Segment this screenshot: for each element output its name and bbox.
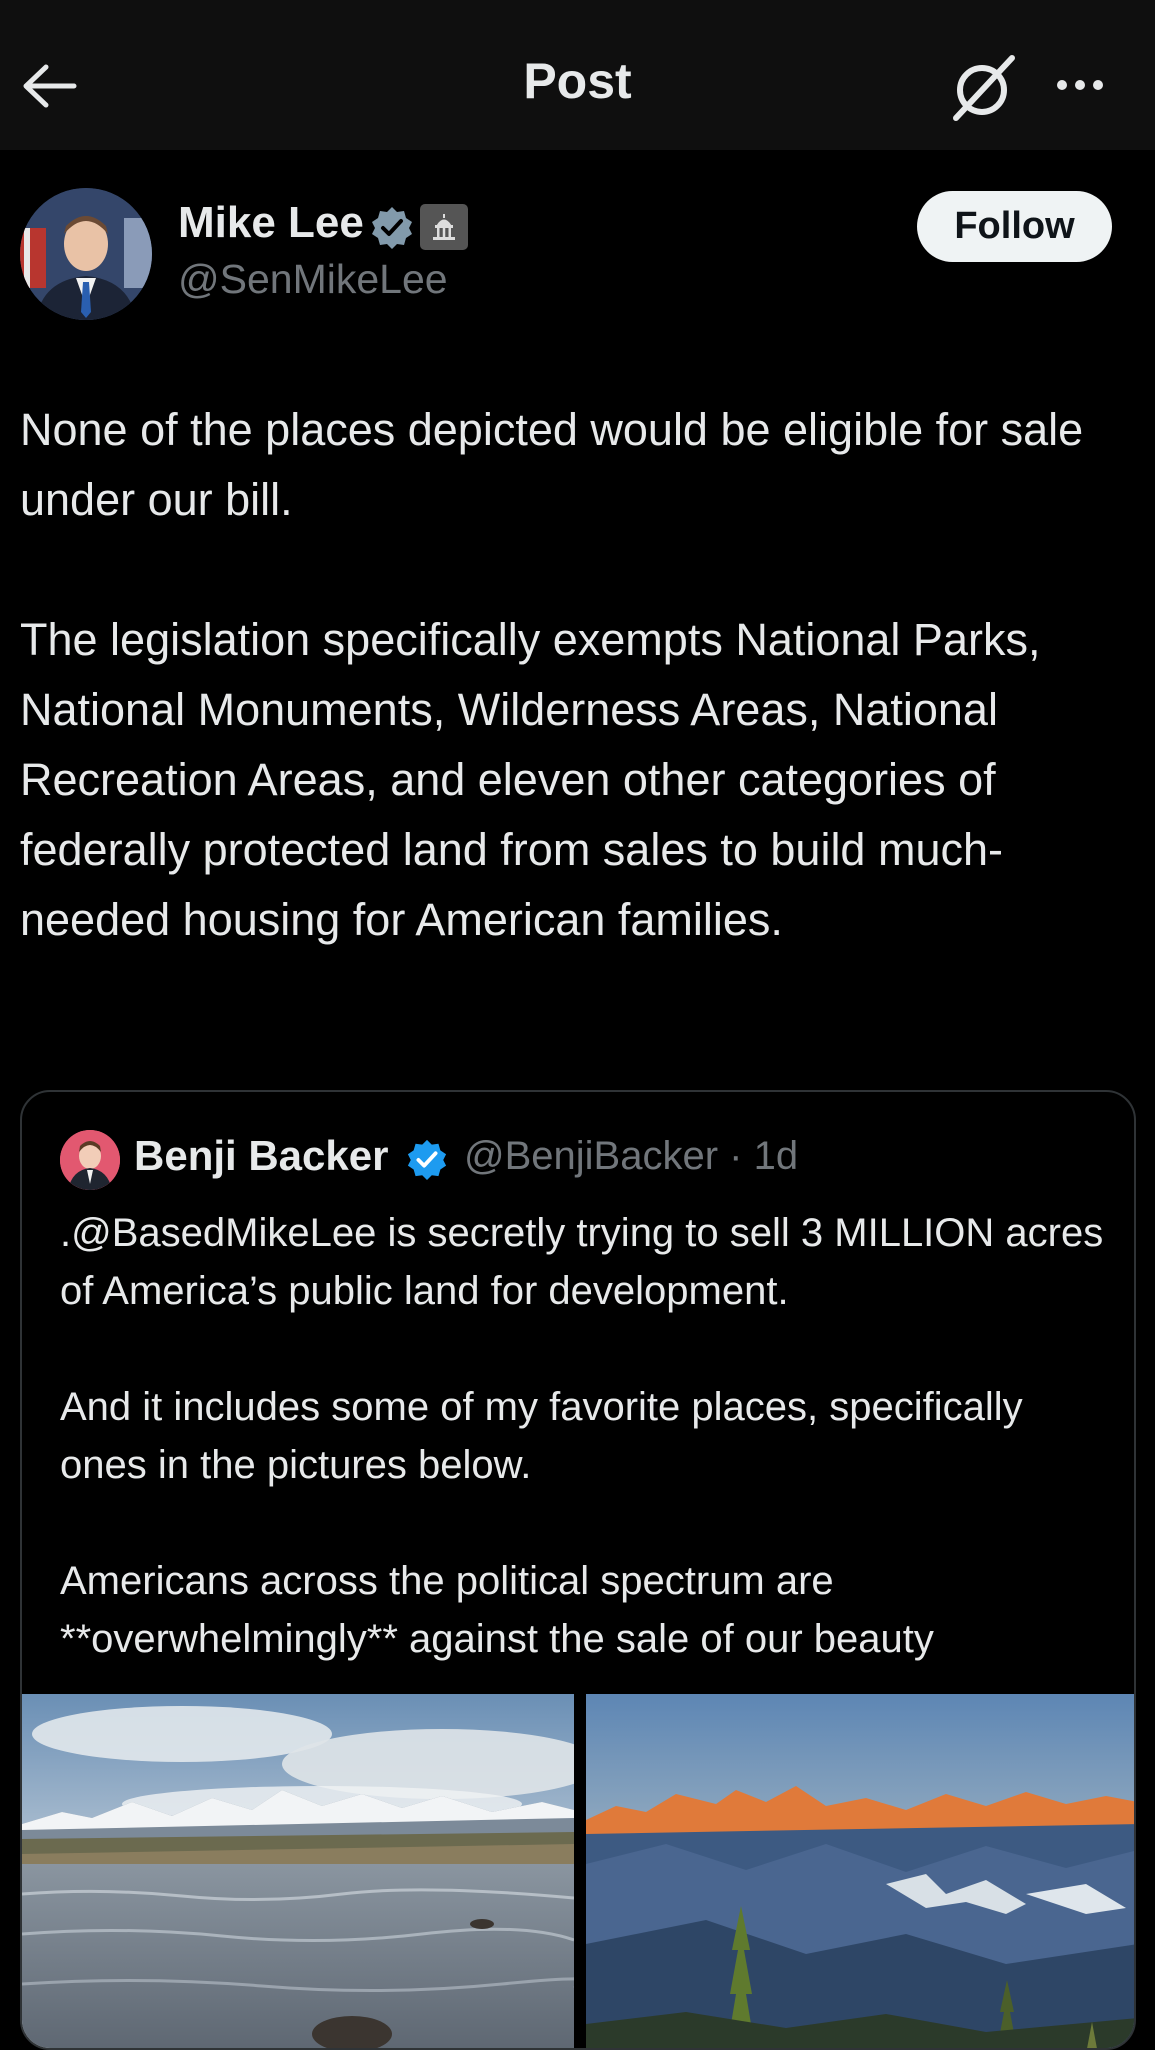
quote-author-handle-and-time[interactable]: @BenjiBacker · 1d xyxy=(464,1134,798,1179)
quote-paragraph: Americans across the political spectrum … xyxy=(60,1559,934,1661)
lake-mountains-image xyxy=(22,1694,574,2048)
quote-author-avatar[interactable] xyxy=(60,1130,120,1190)
quoted-post-card[interactable]: Benji Backer @BenjiBacker · 1d .@BasedMi… xyxy=(20,1090,1136,2050)
quote-author-name[interactable]: Benji Backer xyxy=(134,1132,388,1180)
more-options-button[interactable] xyxy=(1048,60,1112,110)
quote-paragraph: .@BasedMikeLee is secretly trying to sel… xyxy=(60,1211,1104,1313)
author-name[interactable]: Mike Lee xyxy=(178,198,364,248)
alpine-sunset-image xyxy=(586,1694,1134,2048)
government-badge-icon xyxy=(420,204,468,250)
follow-button[interactable]: Follow xyxy=(917,191,1112,262)
author-avatar[interactable] xyxy=(20,188,152,320)
dot-icon xyxy=(1093,80,1103,90)
alpine-sunset-photo[interactable] xyxy=(586,1694,1134,2048)
avatar-portrait-image xyxy=(20,188,152,320)
grok-icon xyxy=(953,55,1015,121)
verified-badge-icon xyxy=(407,1139,447,1180)
verified-badge-icon xyxy=(372,207,412,249)
quote-media-grid xyxy=(22,1694,1134,2048)
quote-avatar-portrait-image xyxy=(60,1130,120,1190)
dot-icon xyxy=(1057,80,1067,90)
capitol-icon xyxy=(433,214,455,240)
author-handle[interactable]: @SenMikeLee xyxy=(178,256,448,303)
lake-mountains-photo[interactable] xyxy=(22,1694,574,2048)
quote-text: .@BasedMikeLee is secretly trying to sel… xyxy=(60,1204,1120,1726)
grok-button[interactable] xyxy=(948,52,1020,124)
post-paragraph: The legislation specifically exempts Nat… xyxy=(20,614,1041,945)
post-paragraph: None of the places depicted would be eli… xyxy=(20,404,1084,525)
post-text: None of the places depicted would be eli… xyxy=(20,395,1140,1025)
top-bar: Post xyxy=(0,0,1155,150)
dot-icon xyxy=(1075,80,1085,90)
quote-paragraph: And it includes some of my favorite plac… xyxy=(60,1385,1023,1487)
